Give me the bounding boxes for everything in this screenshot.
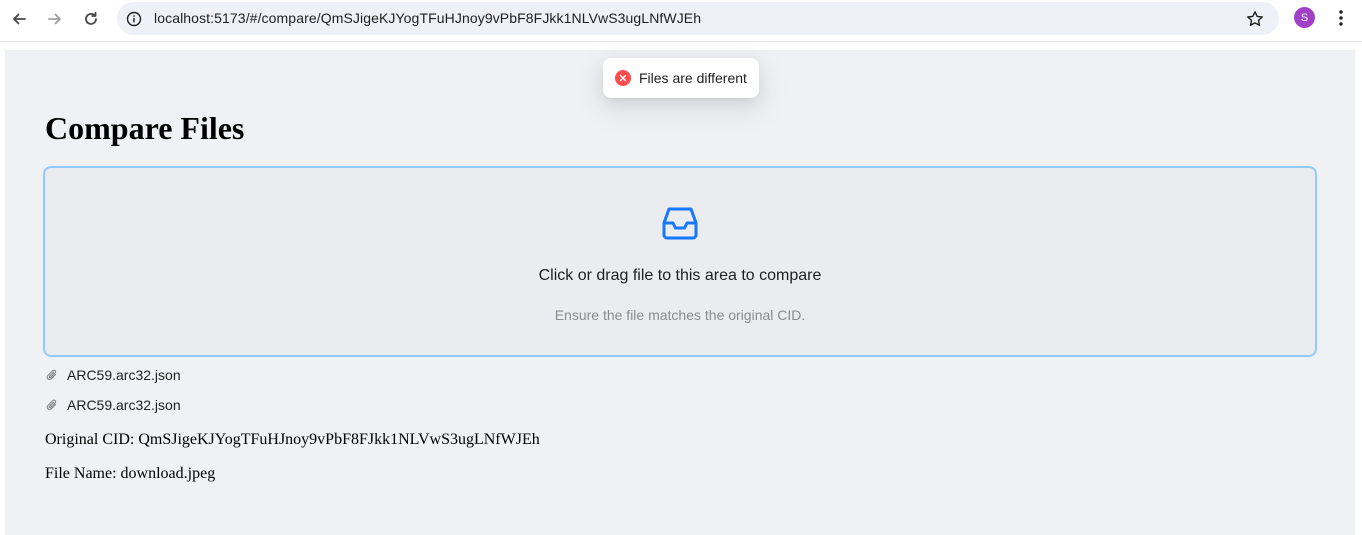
url-text[interactable]: localhost:5173/#/compare/QmSJigeKJYogTFu…	[154, 10, 701, 26]
profile-avatar[interactable]: S	[1294, 7, 1315, 28]
arrow-left-icon	[13, 13, 26, 25]
kebab-menu-icon[interactable]	[1330, 7, 1352, 29]
file-name[interactable]: ARC59.arc32.json	[67, 367, 181, 383]
back-button[interactable]	[6, 6, 32, 32]
arrow-right-icon	[48, 13, 61, 25]
paperclip-icon	[45, 368, 59, 382]
upload-dropzone[interactable]: Click or drag file to this area to compa…	[43, 166, 1317, 357]
browser-toolbar: localhost:5173/#/compare/QmSJigeKJYogTFu…	[0, 0, 1362, 42]
page-title: Compare Files	[45, 110, 245, 146]
page-content: Files are different Compare Files Click …	[5, 50, 1355, 535]
uploaded-file-item[interactable]: ARC59.arc32.json	[45, 394, 181, 416]
reload-button[interactable]	[78, 6, 104, 32]
dropzone-text: Click or drag file to this area to compa…	[538, 267, 822, 284]
dropzone-hint: Ensure the file matches the original CID…	[554, 307, 806, 323]
star-icon[interactable]	[1245, 9, 1265, 29]
error-circle-icon	[615, 70, 631, 86]
toast-message: Files are different	[639, 70, 747, 86]
file-name[interactable]: ARC59.arc32.json	[67, 397, 181, 413]
address-bar[interactable]: localhost:5173/#/compare/QmSJigeKJYogTFu…	[117, 2, 1279, 35]
paperclip-icon	[45, 398, 59, 412]
info-icon[interactable]	[125, 10, 143, 28]
error-toast: Files are different	[603, 58, 759, 98]
original-cid-text: Original CID: QmSJigeKJYogTFuHJnoy9vPbF8…	[45, 431, 540, 448]
inbox-icon	[660, 203, 700, 243]
uploaded-file-item[interactable]: ARC59.arc32.json	[45, 364, 181, 386]
forward-button[interactable]	[42, 6, 68, 32]
file-name-text: File Name: download.jpeg	[45, 465, 216, 482]
reload-icon	[85, 11, 97, 25]
